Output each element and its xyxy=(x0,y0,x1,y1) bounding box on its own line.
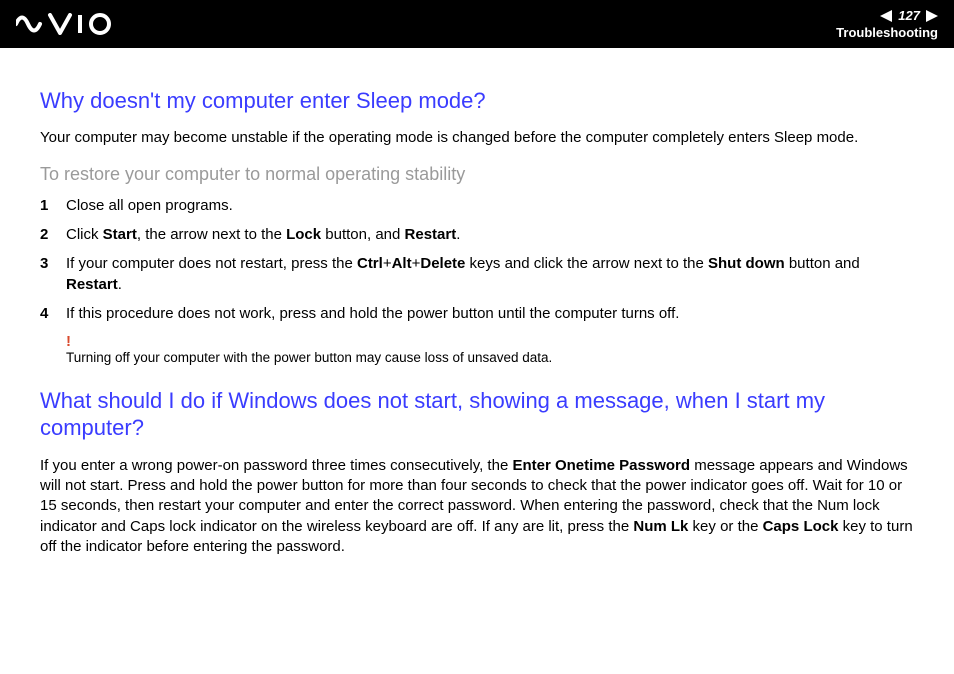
content: Why doesn't my computer enter Sleep mode… xyxy=(0,48,954,593)
steps-list: Close all open programs. Click Start, th… xyxy=(40,195,914,324)
section1-title: Why doesn't my computer enter Sleep mode… xyxy=(40,88,914,114)
step-1: Close all open programs. xyxy=(40,195,914,216)
step-4: If this procedure does not work, press a… xyxy=(40,303,914,324)
header-right: 127 Troubleshooting xyxy=(836,8,938,40)
header-bar: 127 Troubleshooting xyxy=(0,0,954,48)
page-number: 127 xyxy=(898,8,920,23)
section1-subtitle: To restore your computer to normal opera… xyxy=(40,164,914,185)
step-3: If your computer does not restart, press… xyxy=(40,253,914,295)
section2-title: What should I do if Windows does not sta… xyxy=(40,387,914,442)
section2-para: If you enter a wrong power-on password t… xyxy=(40,456,914,557)
prev-page-arrow-icon[interactable] xyxy=(880,10,892,22)
page-nav: 127 xyxy=(880,8,938,23)
section1-intro: Your computer may become unstable if the… xyxy=(40,128,914,148)
step-4-text: If this procedure does not work, press a… xyxy=(66,305,679,322)
warning-block: ! Turning off your computer with the pow… xyxy=(66,334,914,367)
warning-text: Turning off your computer with the power… xyxy=(66,349,914,367)
step-2: Click Start, the arrow next to the Lock … xyxy=(40,224,914,245)
step-1-text: Close all open programs. xyxy=(66,197,233,214)
section-label: Troubleshooting xyxy=(836,25,938,40)
next-page-arrow-icon[interactable] xyxy=(926,10,938,22)
vaio-logo xyxy=(16,13,116,35)
warning-icon: ! xyxy=(66,334,914,349)
